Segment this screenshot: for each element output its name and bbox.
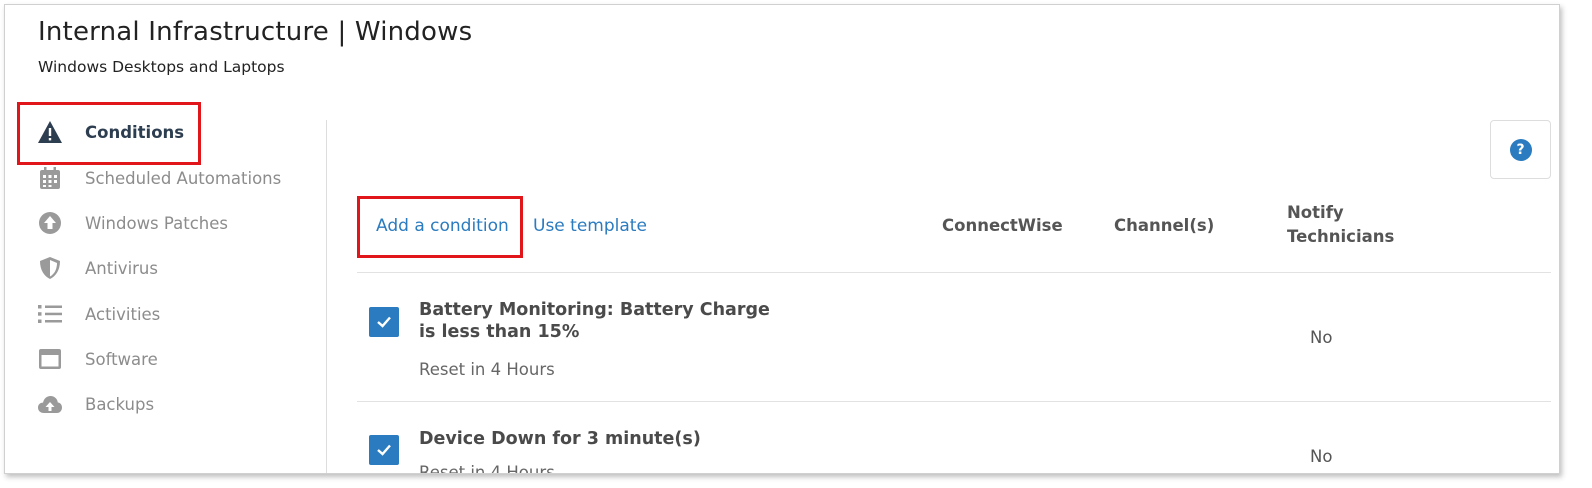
help-icon: ? [1509, 138, 1532, 161]
column-header-connectwise: ConnectWise [942, 216, 1063, 235]
condition-reset: Reset in 4 Hours [419, 463, 555, 474]
header-divider [357, 272, 1551, 273]
column-header-notify-line: Technicians [1287, 227, 1395, 246]
sidebar-item-software[interactable]: Software [5, 337, 325, 381]
condition-checkbox[interactable] [369, 307, 399, 337]
sidebar-item-label: Antivirus [85, 258, 158, 278]
column-header-notify-line: Notify [1287, 203, 1344, 222]
sidebar-item-activities[interactable]: Activities [5, 292, 325, 336]
list-icon [37, 301, 63, 327]
conditions-highlight-box [17, 102, 201, 165]
condition-checkbox[interactable] [369, 435, 399, 465]
page-title: Internal Infrastructure | Windows [38, 17, 473, 47]
cloud-upload-icon [37, 391, 63, 417]
window-icon [37, 346, 63, 372]
use-template-link[interactable]: Use template [533, 216, 647, 236]
condition-title-line: Device Down for 3 minute(s) [419, 429, 701, 449]
column-header-channels: Channel(s) [1114, 216, 1215, 235]
calendar-icon [37, 165, 63, 191]
condition-notify-value: No [1310, 328, 1333, 347]
sidebar-item-label: Activities [85, 304, 161, 324]
sidebar-item-backups[interactable]: Backups [5, 382, 325, 426]
sidebar-item-label: Backups [85, 394, 155, 414]
add-condition-highlight-box [357, 196, 523, 258]
condition-title[interactable]: Battery Monitoring: Battery Charge is le… [419, 299, 770, 343]
page-subtitle: Windows Desktops and Laptops [38, 58, 285, 76]
condition-title-line: Battery Monitoring: Battery Charge [419, 300, 770, 320]
sidebar-item-windows-patches[interactable]: Windows Patches [5, 201, 325, 245]
sidebar-item-label: Scheduled Automations [85, 168, 282, 188]
condition-title-line: is less than 15% [419, 322, 580, 342]
sidebar-item-antivirus[interactable]: Antivirus [5, 246, 325, 290]
help-button[interactable]: ? [1490, 120, 1551, 179]
row-divider [357, 401, 1551, 402]
sidebar-item-label: Windows Patches [85, 213, 228, 233]
sidebar-item-label: Software [85, 349, 158, 369]
check-icon [377, 444, 391, 456]
upload-circle-icon [37, 210, 63, 236]
shield-icon [37, 255, 63, 281]
column-header-notify-technicians: Notify Technicians [1287, 201, 1394, 249]
condition-reset: Reset in 4 Hours [419, 360, 555, 379]
condition-title[interactable]: Device Down for 3 minute(s) [419, 428, 701, 450]
app-window: Internal Infrastructure | Windows Window… [4, 4, 1560, 474]
check-icon [377, 316, 391, 328]
condition-notify-value: No [1310, 447, 1333, 466]
